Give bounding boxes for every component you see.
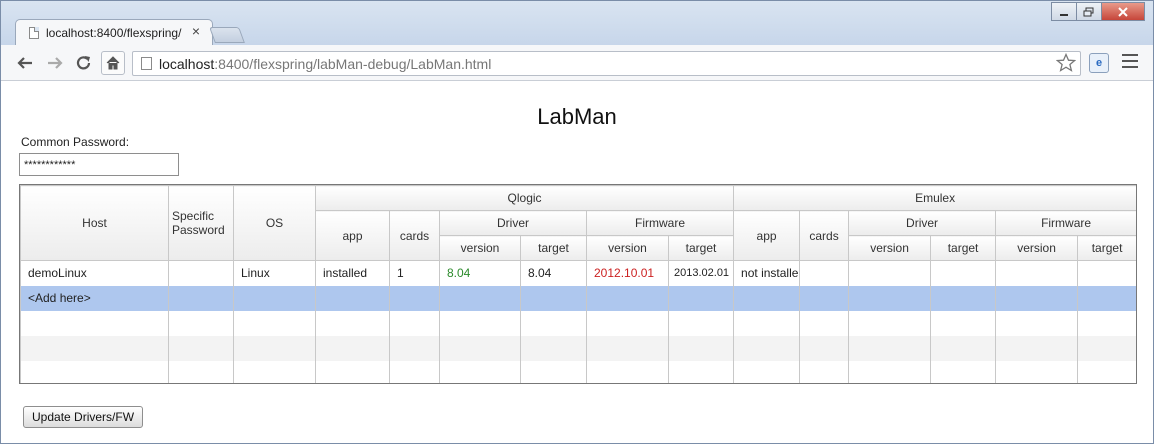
header-emulex-cards[interactable]: cards — [799, 210, 850, 261]
page-content: LabMan Common Password: Host Specific Pa… — [2, 82, 1152, 442]
maximize-button[interactable] — [1076, 2, 1102, 21]
cell-emulex-app[interactable] — [733, 285, 801, 311]
header-qlogic-cards[interactable]: cards — [389, 210, 440, 261]
cell-emulex-firmware-target[interactable] — [1077, 260, 1136, 286]
extension-icon[interactable]: e — [1089, 53, 1109, 73]
header-qlogic: Qlogic — [314, 185, 735, 211]
page-title: LabMan — [537, 104, 617, 129]
header-emulex-driver-target[interactable]: target — [930, 235, 997, 261]
cell-qlogic-driver-version[interactable] — [439, 285, 521, 311]
page-icon — [141, 57, 152, 70]
reload-button[interactable] — [72, 51, 96, 75]
empty-row — [20, 335, 1136, 361]
cell-emulex-firmware-version[interactable] — [995, 285, 1079, 311]
browser-window: localhost:8400/flexspring/ × localhost:8… — [0, 0, 1154, 444]
minimize-button[interactable] — [1051, 2, 1077, 21]
cell-emulex-cards[interactable] — [799, 285, 850, 311]
cell-emulex-firmware-target[interactable] — [1077, 285, 1136, 311]
new-tab-button[interactable] — [209, 27, 245, 43]
header-qlogic-firmware-version[interactable]: version — [586, 235, 669, 261]
cell-qlogic-driver-target[interactable]: 8.04 — [520, 260, 587, 286]
header-qlogic-firmware-target[interactable]: target — [667, 235, 735, 261]
menu-icon[interactable] — [1122, 54, 1138, 70]
window-controls — [1051, 2, 1145, 21]
tab-title: localhost:8400/flexspring/ — [46, 26, 182, 40]
cell-qlogic-driver-version[interactable]: 8.04 — [439, 260, 521, 286]
url-text: localhost:8400/flexspring/labMan-debug/L… — [159, 56, 492, 72]
star-icon[interactable] — [1056, 53, 1076, 73]
header-emulex-driver-version[interactable]: version — [848, 235, 932, 261]
cell-specific-password[interactable] — [168, 260, 234, 286]
browser-toolbar: localhost:8400/flexspring/labMan-debug/L… — [1, 45, 1153, 81]
header-emulex: Emulex — [733, 185, 1136, 211]
close-window-button[interactable] — [1101, 2, 1145, 21]
cell-os[interactable] — [233, 285, 316, 311]
home-button[interactable] — [101, 51, 125, 75]
back-button[interactable] — [13, 51, 37, 75]
common-password-label: Common Password: — [21, 135, 130, 149]
table-row[interactable]: demoLinux Linux installed 1 8.04 8.04 20… — [20, 260, 1136, 286]
cell-qlogic-app[interactable] — [315, 285, 390, 311]
empty-row — [20, 360, 1136, 383]
browser-tab[interactable]: localhost:8400/flexspring/ × — [15, 19, 213, 46]
cell-qlogic-app[interactable]: installed — [315, 260, 390, 286]
forward-button[interactable] — [43, 51, 67, 75]
cell-qlogic-firmware-target[interactable]: 2013.02.01 — [667, 260, 735, 286]
header-specific-password[interactable]: Specific Password — [168, 185, 234, 261]
header-qlogic-app[interactable]: app — [315, 210, 390, 261]
title-bar: localhost:8400/flexspring/ × — [1, 1, 1153, 46]
cell-emulex-driver-version[interactable] — [848, 285, 932, 311]
header-emulex-firmware-target[interactable]: target — [1077, 235, 1136, 261]
empty-row — [20, 310, 1136, 336]
back-icon — [17, 57, 32, 69]
cell-qlogic-cards[interactable] — [389, 285, 440, 311]
cell-qlogic-firmware-version[interactable] — [586, 285, 669, 311]
cell-qlogic-firmware-target[interactable] — [667, 285, 735, 311]
header-qlogic-driver-target[interactable]: target — [520, 235, 587, 261]
add-row[interactable]: <Add here> — [20, 285, 1136, 311]
header-emulex-firmware-version[interactable]: version — [995, 235, 1079, 261]
header-qlogic-driver-version[interactable]: version — [439, 235, 521, 261]
cell-emulex-driver-target[interactable] — [930, 260, 997, 286]
cell-emulex-firmware-version[interactable] — [995, 260, 1079, 286]
cell-specific-password[interactable] — [168, 285, 234, 311]
update-drivers-button[interactable]: Update Drivers/FW — [23, 406, 144, 428]
cell-qlogic-driver-target[interactable] — [520, 285, 587, 311]
header-emulex-driver: Driver — [848, 210, 997, 236]
header-host[interactable]: Host — [20, 185, 169, 261]
header-os[interactable]: OS — [233, 185, 316, 261]
forward-icon — [48, 57, 63, 69]
lab-grid[interactable]: Host Specific Password OS Qlogic Emulex … — [19, 184, 1137, 384]
close-icon — [1118, 6, 1128, 17]
header-qlogic-driver: Driver — [439, 210, 587, 236]
header-emulex-firmware: Firmware — [995, 210, 1136, 236]
home-icon — [106, 56, 120, 70]
cell-host[interactable]: demoLinux — [20, 260, 169, 286]
minimize-icon — [1060, 13, 1068, 16]
cell-host[interactable]: <Add here> — [20, 285, 169, 311]
cell-os[interactable]: Linux — [233, 260, 316, 286]
cell-emulex-cards[interactable] — [799, 260, 850, 286]
address-bar[interactable]: localhost:8400/flexspring/labMan-debug/L… — [132, 51, 1081, 76]
reload-icon — [76, 56, 91, 70]
close-tab-icon[interactable]: × — [189, 23, 203, 39]
restore-icon — [1083, 7, 1094, 16]
cell-qlogic-firmware-version[interactable]: 2012.10.01 — [586, 260, 669, 286]
common-password-field[interactable] — [19, 153, 179, 176]
cell-emulex-driver-target[interactable] — [930, 285, 997, 311]
header-qlogic-firmware: Firmware — [585, 210, 735, 236]
header-emulex-app[interactable]: app — [733, 210, 801, 261]
cell-emulex-driver-version[interactable] — [848, 260, 932, 286]
page-icon — [29, 27, 39, 39]
cell-qlogic-cards[interactable]: 1 — [389, 260, 440, 286]
cell-emulex-app[interactable]: not installe — [733, 260, 801, 286]
